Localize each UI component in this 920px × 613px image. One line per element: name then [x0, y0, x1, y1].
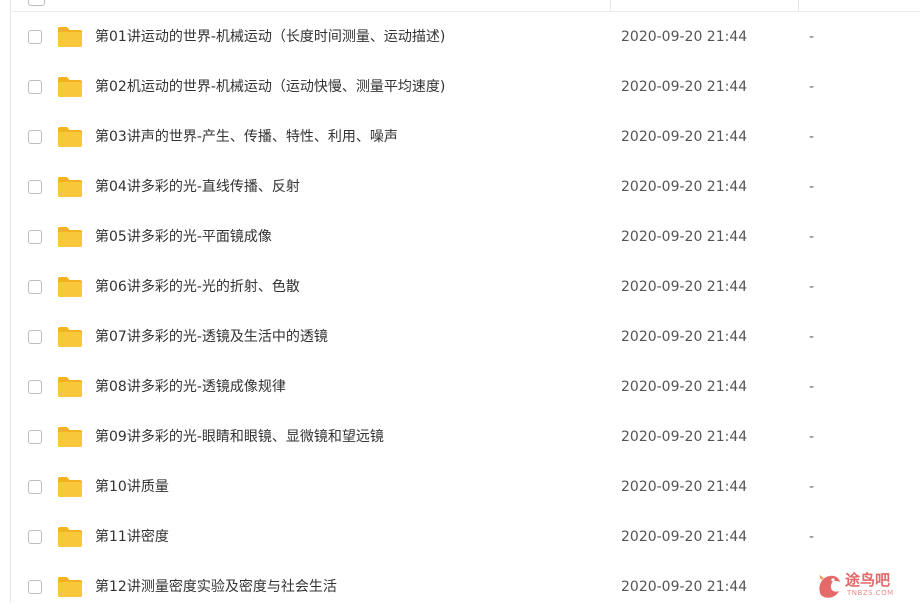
- checkbox-icon[interactable]: [28, 580, 42, 594]
- checkbox-icon[interactable]: [28, 180, 42, 194]
- modified-time: 2020-09-20 21:44: [621, 529, 748, 545]
- file-size: -: [809, 29, 815, 45]
- file-size: -: [809, 129, 815, 145]
- file-row-8[interactable]: 第08讲多彩的光-透镜成像规律 2020-09-20 21:44 -: [11, 363, 920, 413]
- folder-icon: [58, 127, 82, 147]
- file-name[interactable]: 第01讲运动的世界-机械运动（长度时间测量、运动描述): [95, 28, 445, 46]
- bird-logo-icon: [819, 575, 840, 598]
- file-size: -: [809, 179, 815, 195]
- file-name[interactable]: 第02机运动的世界-机械运动（运动快慢、测量平均速度): [95, 78, 445, 96]
- header-divider: [10, 11, 920, 12]
- checkbox-icon[interactable]: [28, 380, 42, 394]
- folder-icon: [58, 377, 82, 397]
- file-row-2[interactable]: 第02机运动的世界-机械运动（运动快慢、测量平均速度) 2020-09-20 2…: [11, 63, 920, 113]
- file-row-7[interactable]: 第07讲多彩的光-透镜及生活中的透镜 2020-09-20 21:44 -: [11, 313, 920, 363]
- folder-icon: [58, 177, 82, 197]
- file-name[interactable]: 第12讲测量密度实验及密度与社会生活: [95, 578, 337, 596]
- file-size: -: [809, 479, 815, 495]
- folder-icon: [58, 427, 82, 447]
- checkbox-icon[interactable]: [28, 130, 42, 144]
- watermark: 途鸟吧 TNBZS.COM: [815, 567, 920, 603]
- file-name[interactable]: 第07讲多彩的光-透镜及生活中的透镜: [95, 328, 328, 346]
- column-divider: [610, 0, 611, 11]
- checkbox-icon[interactable]: [28, 530, 42, 544]
- modified-time: 2020-09-20 21:44: [621, 179, 748, 195]
- modified-time: 2020-09-20 21:44: [621, 279, 748, 295]
- file-size: -: [809, 429, 815, 445]
- watermark-url: TNBZS.COM: [847, 589, 894, 597]
- modified-time: 2020-09-20 21:44: [621, 79, 748, 95]
- modified-time: 2020-09-20 21:44: [621, 479, 748, 495]
- file-size: -: [809, 329, 815, 345]
- file-row-4[interactable]: 第04讲多彩的光-直线传播、反射 2020-09-20 21:44 -: [11, 163, 920, 213]
- folder-icon: [58, 477, 82, 497]
- checkbox-icon[interactable]: [28, 30, 42, 44]
- file-name[interactable]: 第03讲声的世界-产生、传播、特性、利用、噪声: [95, 128, 398, 146]
- file-size: -: [809, 379, 815, 395]
- file-name[interactable]: 第05讲多彩的光-平面镜成像: [95, 228, 272, 246]
- folder-icon: [58, 577, 82, 597]
- file-size: -: [809, 229, 815, 245]
- file-size: -: [809, 79, 815, 95]
- checkbox-icon[interactable]: [28, 330, 42, 344]
- modified-time: 2020-09-20 21:44: [621, 579, 748, 595]
- modified-time: 2020-09-20 21:44: [621, 29, 748, 45]
- file-row-9[interactable]: 第09讲多彩的光-眼睛和眼镜、显微镜和望远镜 2020-09-20 21:44 …: [11, 413, 920, 463]
- checkbox-icon[interactable]: [28, 480, 42, 494]
- file-row-6[interactable]: 第06讲多彩的光-光的折射、色散 2020-09-20 21:44 -: [11, 263, 920, 313]
- folder-icon: [58, 27, 82, 47]
- file-name[interactable]: 第08讲多彩的光-透镜成像规律: [95, 378, 286, 396]
- file-row-10[interactable]: 第10讲质量 2020-09-20 21:44 -: [11, 463, 920, 513]
- file-row-12[interactable]: 第12讲测量密度实验及密度与社会生活 2020-09-20 21:44: [11, 563, 920, 613]
- folder-icon: [58, 77, 82, 97]
- modified-time: 2020-09-20 21:44: [621, 429, 748, 445]
- checkbox-icon[interactable]: [28, 80, 42, 94]
- folder-icon: [58, 327, 82, 347]
- checkbox-icon[interactable]: [28, 230, 42, 244]
- list-header-remnant: [0, 0, 920, 12]
- folder-icon: [58, 527, 82, 547]
- file-row-11[interactable]: 第11讲密度 2020-09-20 21:44 -: [11, 513, 920, 563]
- checkbox-icon[interactable]: [28, 430, 42, 444]
- file-size: -: [809, 529, 815, 545]
- file-name[interactable]: 第04讲多彩的光-直线传播、反射: [95, 178, 300, 196]
- file-size: -: [809, 279, 815, 295]
- file-name[interactable]: 第10讲质量: [95, 478, 169, 496]
- column-divider: [798, 0, 799, 11]
- file-row-3[interactable]: 第03讲声的世界-产生、传播、特性、利用、噪声 2020-09-20 21:44…: [11, 113, 920, 163]
- file-name[interactable]: 第11讲密度: [95, 528, 169, 546]
- select-all-checkbox[interactable]: [28, 0, 45, 6]
- watermark-brand: 途鸟吧: [845, 571, 891, 589]
- modified-time: 2020-09-20 21:44: [621, 129, 748, 145]
- modified-time: 2020-09-20 21:44: [621, 329, 748, 345]
- modified-time: 2020-09-20 21:44: [621, 229, 748, 245]
- folder-icon: [58, 277, 82, 297]
- file-name[interactable]: 第09讲多彩的光-眼睛和眼镜、显微镜和望远镜: [95, 428, 384, 446]
- checkbox-icon[interactable]: [28, 280, 42, 294]
- file-row-5[interactable]: 第05讲多彩的光-平面镜成像 2020-09-20 21:44 -: [11, 213, 920, 263]
- folder-icon: [58, 227, 82, 247]
- file-name[interactable]: 第06讲多彩的光-光的折射、色散: [95, 278, 300, 296]
- modified-time: 2020-09-20 21:44: [621, 379, 748, 395]
- file-row-1[interactable]: 第01讲运动的世界-机械运动（长度时间测量、运动描述) 2020-09-20 2…: [11, 13, 920, 63]
